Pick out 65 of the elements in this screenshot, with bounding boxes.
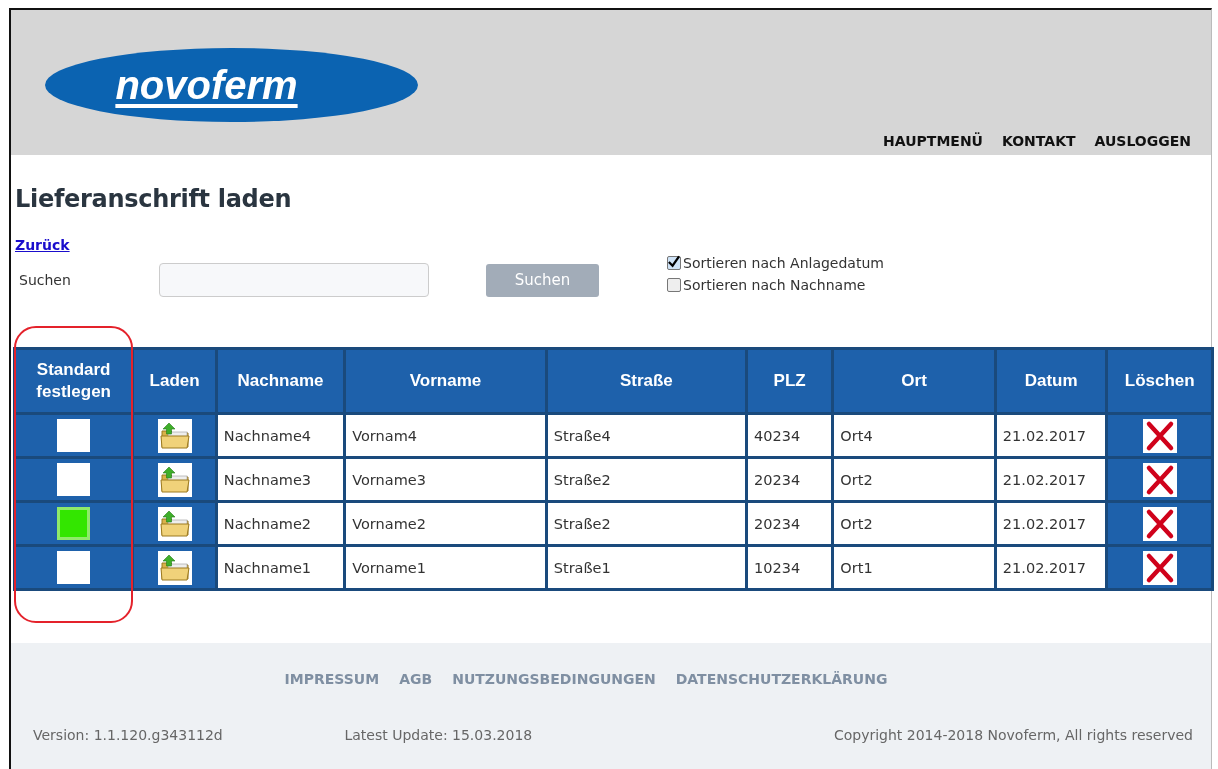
table-cell: 21.02.2017 [996,547,1106,588]
table-cell: Ort2 [834,503,994,544]
table-cell: 21.02.2017 [996,415,1106,456]
table-cell: Straße2 [547,503,745,544]
logo: novoferm [45,48,418,122]
column-header: Straße [547,350,745,412]
nav-link[interactable]: HAUPTMENÜ [883,133,983,149]
folder-icon[interactable] [157,550,192,585]
search-label: Suchen [18,272,72,288]
table-cell: Nachname1 [217,547,344,588]
footer-link[interactable]: DATENSCHUTZERKLÄRUNG [675,671,888,687]
delete-icon[interactable] [1142,462,1177,497]
default-toggle[interactable] [57,463,91,496]
column-header: Löschen [1108,350,1211,412]
version-text: Version: 1.1.120.g343112d [33,727,223,743]
footer-link[interactable]: IMPRESSUM [284,671,380,687]
nav-link[interactable]: AUSLOGGEN [1094,133,1191,149]
table-cell: Ort1 [834,547,994,588]
folder-icon[interactable] [157,462,192,497]
table-cell: 21.02.2017 [996,503,1106,544]
table-cell: Straße4 [547,415,745,456]
delete-icon[interactable] [1142,418,1177,453]
update-text: Latest Update: 15.03.2018 [344,727,533,743]
checkbox[interactable] [667,278,681,292]
column-header: Vorname [346,350,545,412]
footer-link[interactable]: AGB [399,671,433,687]
column-header: PLZ [748,350,832,412]
table-cell: Vorname2 [346,503,545,544]
table-cell: Ort4 [834,415,994,456]
column-header: Laden [134,350,215,412]
page-title: Lieferanschrift laden [15,185,293,213]
default-toggle[interactable] [57,551,91,584]
column-header: Datum [996,350,1106,412]
table-cell: 10234 [748,547,832,588]
delete-icon[interactable] [1142,506,1177,541]
search-field[interactable] [159,263,429,297]
default-toggle[interactable] [57,419,91,452]
sort-option-label: Sortieren nach Anlagedatum [683,255,884,271]
column-header: Standard festlegen [16,350,132,412]
copyright-text: Copyright 2014-2018 Novoferm, All rights reserved [833,727,1193,743]
table-cell: 20234 [748,459,832,500]
table-cell: Ort2 [834,459,994,500]
search-button[interactable]: Suchen [486,263,599,297]
table-cell: Nachname4 [217,415,344,456]
table-cell: 21.02.2017 [996,459,1106,500]
table-cell: Nachname2 [217,503,344,544]
checkbox[interactable] [667,256,681,270]
nav-link[interactable]: KONTAKT [1002,133,1076,149]
column-header: Nachname [217,350,344,412]
table-cell: Vorname3 [346,459,545,500]
footer-link[interactable]: NUTZUNGSBEDINGUNGEN [452,671,656,687]
table-cell: Straße1 [547,547,745,588]
folder-icon[interactable] [157,506,192,541]
table-cell: Straße2 [547,459,745,500]
delete-icon[interactable] [1142,550,1177,585]
folder-icon[interactable] [157,418,192,453]
table-cell: Vornam4 [346,415,545,456]
back-link[interactable]: Zurück [15,237,70,253]
table-cell: 40234 [748,415,832,456]
table-cell: Nachname3 [217,459,344,500]
table-cell: 20234 [748,503,832,544]
sort-option-label: Sortieren nach Nachname [683,277,866,293]
column-header: Ort [834,350,994,412]
table-cell: Vorname1 [346,547,545,588]
default-toggle[interactable] [57,507,91,540]
